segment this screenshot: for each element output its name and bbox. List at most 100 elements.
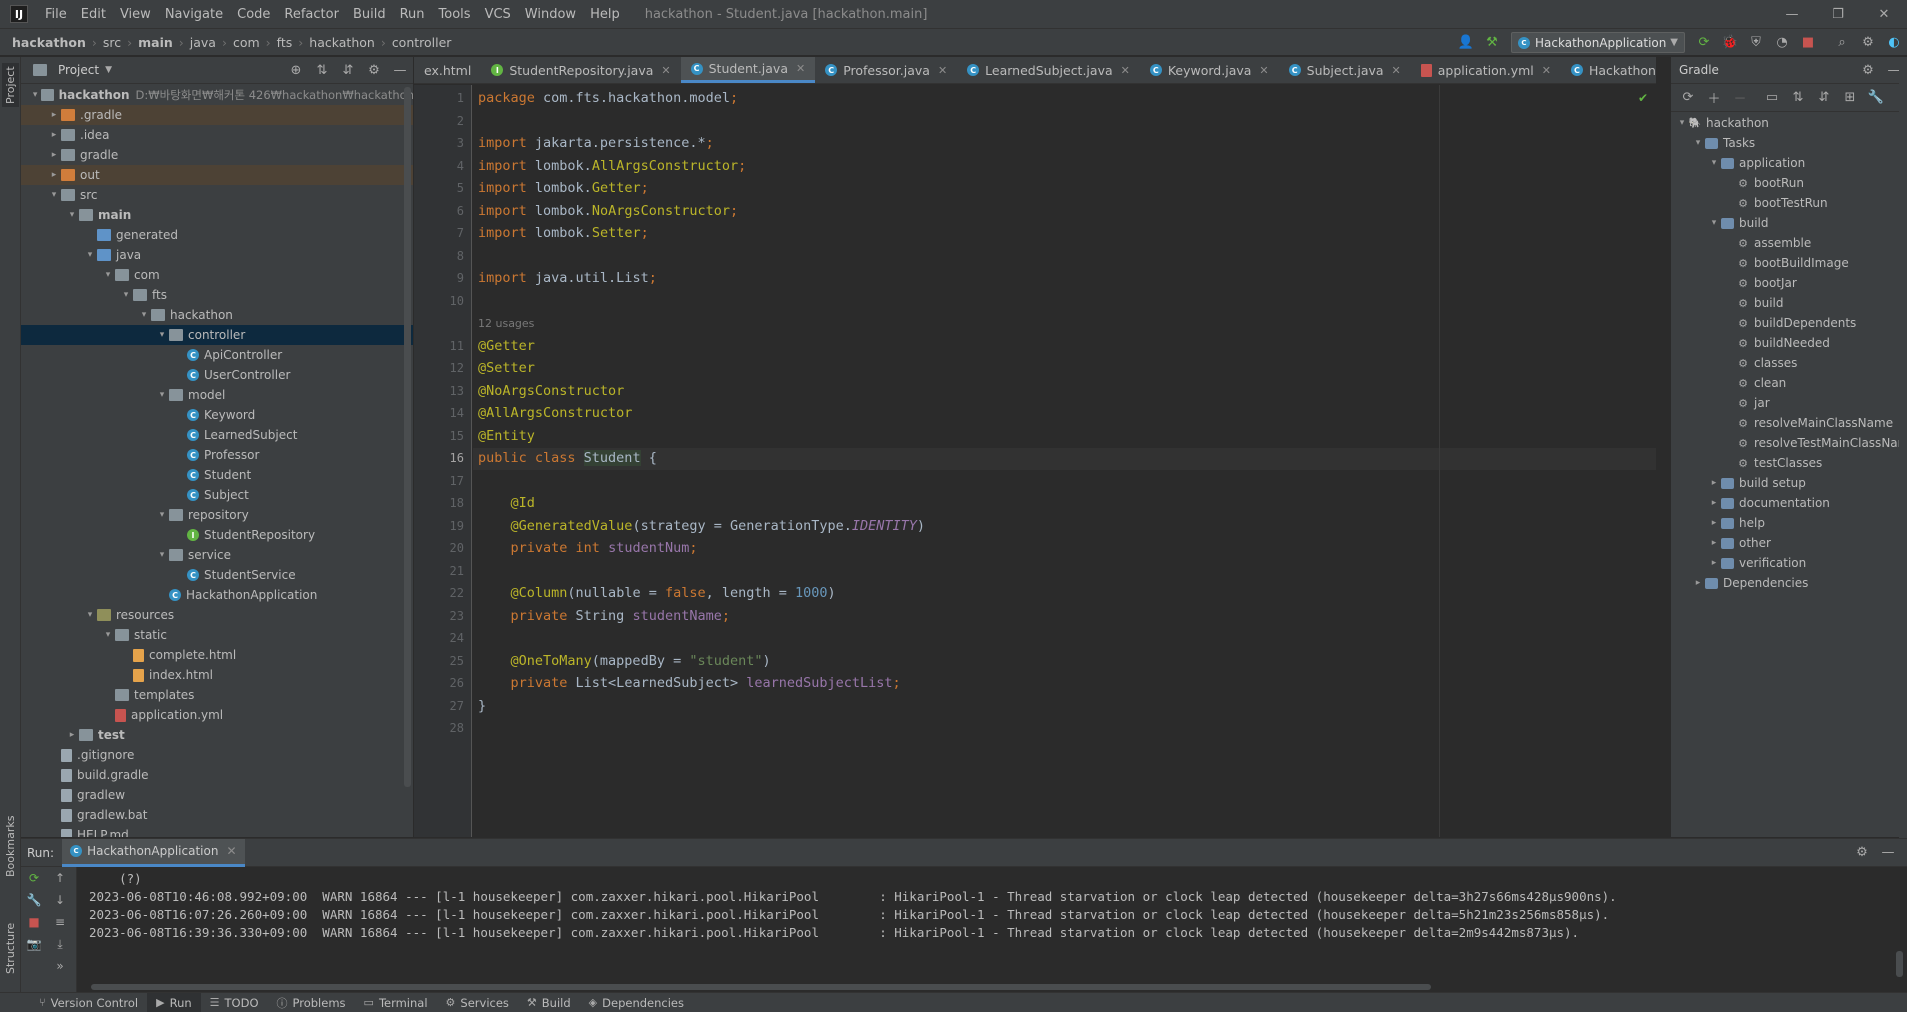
menu-refactor[interactable]: Refactor [277,0,346,29]
tree-item[interactable]: templates [21,685,413,705]
expanded-arrow-icon[interactable]: ▾ [1691,138,1705,148]
code-line[interactable]: @Setter [478,360,535,376]
gradle-tree-item[interactable]: ▸ Dependencies [1671,573,1907,593]
expand-all-icon[interactable]: ⇅ [1787,87,1809,109]
tree-item[interactable]: ▸ gradle [21,145,413,165]
code-line[interactable]: @OneToMany(mappedBy = "student") [478,653,771,669]
build-hammer-icon[interactable]: ⚒ [1481,32,1503,54]
breadcrumb-item[interactable]: com [233,35,260,50]
code-line[interactable]: private List<LearnedSubject> learnedSubj… [478,675,901,691]
usages-hint[interactable]: 12 usages [478,317,534,330]
code-line[interactable]: public class Student { [478,450,657,466]
restore-button[interactable]: ❐ [1815,0,1861,29]
project-tool-tab[interactable]: Project [2,63,19,107]
gradle-tree-item[interactable]: ⚙ bootBuildImage [1671,253,1907,273]
menu-run[interactable]: Run [393,0,432,29]
gradle-tree-item[interactable]: ⚙ buildDependents [1671,313,1907,333]
stop-icon[interactable]: ■ [28,911,39,933]
expanded-arrow-icon[interactable]: ▾ [65,210,79,220]
camera-icon[interactable]: 📷 [27,933,42,955]
tree-item[interactable]: .gitignore [21,745,413,765]
collapsed-arrow-icon[interactable]: ▸ [1707,498,1721,508]
tree-item[interactable]: ▾ java [21,245,413,265]
soft-wrap-icon[interactable]: ≡ [55,911,65,933]
menu-build[interactable]: Build [346,0,393,29]
breadcrumb-item[interactable]: controller [392,35,452,50]
gradle-tree-item[interactable]: ⚙ jar [1671,393,1907,413]
editor-tab[interactable]: C Subject.java ✕ [1279,57,1411,83]
code-line[interactable]: import lombok.NoArgsConstructor; [478,203,738,219]
editor-tab[interactable]: I StudentRepository.java ✕ [481,57,680,83]
console-horizontal-scrollbar[interactable] [91,984,1431,990]
gradle-tree-item[interactable]: ⚙ assemble [1671,233,1907,253]
run-configuration-select[interactable]: C HackathonApplication ▼ [1511,32,1685,53]
gradle-tree-item[interactable]: ▸ other [1671,533,1907,553]
collapsed-arrow-icon[interactable]: ▸ [65,730,79,740]
code-line[interactable]: import lombok.AllArgsConstructor; [478,158,746,174]
expanded-arrow-icon[interactable]: ▾ [155,510,169,520]
close-icon[interactable]: ✕ [661,64,670,77]
code-line[interactable]: package com.fts.hackathon.model; [478,90,738,106]
tree-item[interactable]: HELP.md [21,825,413,837]
menu-help[interactable]: Help [583,0,627,29]
collapsed-arrow-icon[interactable]: ▸ [1691,578,1705,588]
inspection-ok-check-icon[interactable]: ✔ [1638,91,1648,105]
tree-item[interactable]: index.html [21,665,413,685]
tree-item[interactable]: I StudentRepository [21,525,413,545]
tree-item[interactable]: gradlew.bat [21,805,413,825]
hide-panel-icon[interactable]: — [1877,842,1899,864]
code-line[interactable]: } [478,698,486,714]
close-icon[interactable]: ✕ [226,844,236,858]
status-tab-run[interactable]: ▶ Run [147,992,201,1012]
expanded-arrow-icon[interactable]: ▾ [101,630,115,640]
expanded-arrow-icon[interactable]: ▾ [155,550,169,560]
menu-navigate[interactable]: Navigate [158,0,230,29]
execute-task-icon[interactable]: ▭ [1761,87,1783,109]
menu-vcs[interactable]: VCS [478,0,518,29]
tree-item[interactable]: ▾ repository [21,505,413,525]
project-scrollbar[interactable] [404,87,411,787]
dependencies-diagram-icon[interactable]: ⊞ [1839,87,1861,109]
tree-item[interactable]: complete.html [21,645,413,665]
gradle-tree-item[interactable]: ▸ help [1671,513,1907,533]
expanded-arrow-icon[interactable]: ▾ [137,310,151,320]
rerun-icon[interactable]: ⟳ [29,867,39,889]
gradle-tree-item[interactable]: ▾ 🐘 hackathon [1671,113,1907,133]
status-tab-version-control[interactable]: ⑂ Version Control [30,993,147,1012]
code-line[interactable]: @GeneratedValue(strategy = GenerationTyp… [478,518,926,534]
close-icon[interactable]: ✕ [1392,64,1401,77]
code-line[interactable]: @Getter [478,338,535,354]
editor-tab[interactable]: C LearnedSubject.java ✕ [957,57,1140,83]
code-line[interactable]: @Column(nullable = false, length = 1000) [478,585,836,601]
close-icon[interactable]: ✕ [938,64,947,77]
code-line[interactable]: import lombok.Getter; [478,180,649,196]
status-tab-terminal[interactable]: ▭ Terminal [355,993,437,1012]
locate-icon[interactable]: ⊕ [285,59,307,81]
line-number-gutter[interactable]: 1 2 3 4 5 6 7 8 9 10 11 12 13 14 15 16 17 18 19 20 21 22 23 24 2… [414,85,472,837]
gradle-tree-item[interactable]: ▸ verification [1671,553,1907,573]
editor-tab[interactable]: CHackathonApplication.java✕ [1561,57,1656,83]
breadcrumb-item[interactable]: src [103,35,121,50]
hide-panel-icon[interactable]: — [389,59,411,81]
tree-item[interactable]: ▾ controller [21,325,413,345]
stop-icon[interactable]: ■ [1797,32,1819,54]
code-line[interactable]: @Entity [478,428,535,444]
code-line[interactable]: @Id [478,495,535,511]
bookmarks-tool-tab[interactable]: Bookmarks [2,815,19,877]
add-icon[interactable]: ＋ [1703,87,1725,109]
breadcrumb-item[interactable]: main [138,35,173,50]
code-line[interactable]: import java.util.List; [478,270,657,286]
code-line[interactable]: private int studentNum; [478,540,698,556]
close-icon[interactable]: ✕ [1259,64,1268,77]
breadcrumb-item[interactable]: hackathon [309,35,375,50]
gradle-tree-item[interactable]: ▸ build setup [1671,473,1907,493]
expanded-arrow-icon[interactable]: ▾ [101,270,115,280]
user-icon[interactable]: 👤 [1455,32,1477,54]
tree-item[interactable]: C UserController [21,365,413,385]
collapsed-arrow-icon[interactable]: ▸ [47,150,61,160]
collapsed-arrow-icon[interactable]: ▸ [1707,538,1721,548]
code-line[interactable]: import jakarta.persistence.*; [478,135,714,151]
collapsed-arrow-icon[interactable]: ▸ [47,130,61,140]
expanded-arrow-icon[interactable]: ▾ [29,90,41,100]
expanded-arrow-icon[interactable]: ▾ [47,190,61,200]
